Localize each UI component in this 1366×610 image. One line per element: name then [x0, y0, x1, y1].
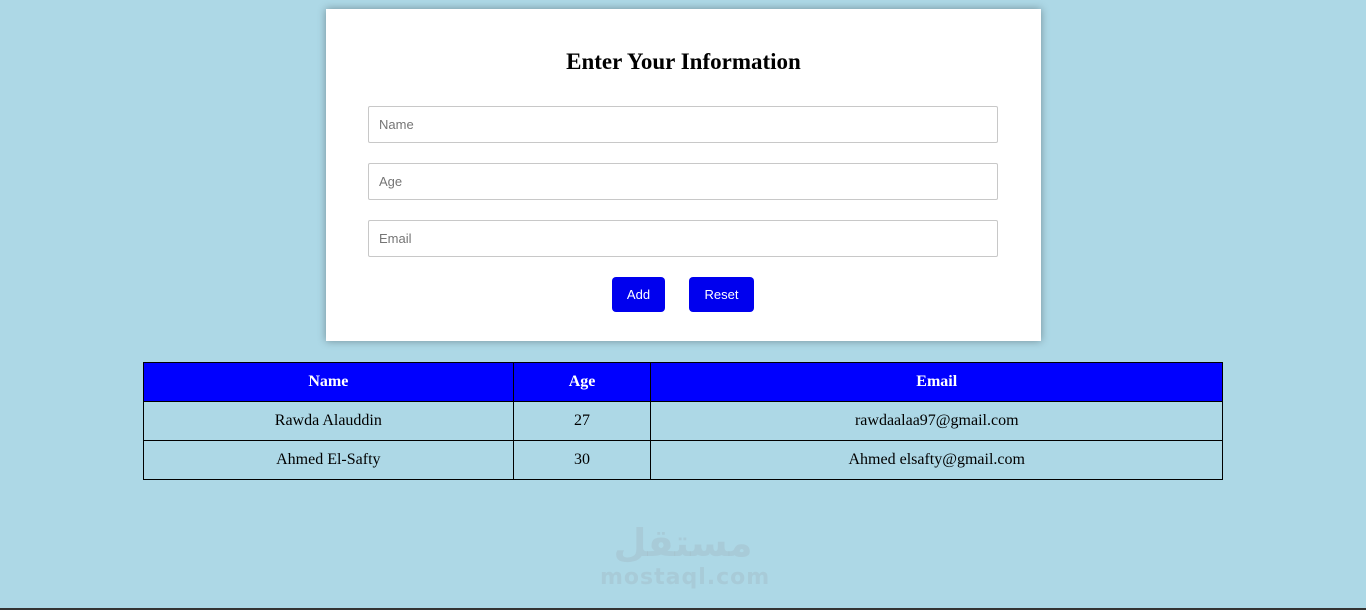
table-row: Rawda Alauddin 27 rawdaalaa97@gmail.com: [143, 401, 1223, 441]
watermark-logo: مستقل mostaql.com: [600, 520, 771, 590]
reset-button[interactable]: Reset: [689, 277, 754, 312]
watermark-latin: mostaql.com: [600, 565, 771, 590]
column-header-email: Email: [650, 362, 1223, 402]
data-table: Name Age Email Rawda Alauddin 27 rawdaal…: [143, 362, 1223, 480]
watermark-arabic: مستقل: [613, 521, 753, 565]
email-input[interactable]: [368, 220, 998, 257]
cell-age: 30: [512, 440, 652, 480]
table-header-row: Name Age Email: [143, 362, 1223, 402]
form-card: Enter Your Information Add Reset: [326, 9, 1041, 341]
form-title: Enter Your Information: [566, 49, 801, 74]
table-row: Ahmed El-Safty 30 Ahmed elsafty@gmail.co…: [143, 440, 1223, 480]
cell-name: Rawda Alauddin: [143, 401, 514, 441]
cell-email: Ahmed elsafty@gmail.com: [650, 440, 1223, 480]
age-input[interactable]: [368, 163, 998, 200]
name-input[interactable]: [368, 106, 998, 143]
cell-age: 27: [512, 401, 652, 441]
add-button[interactable]: Add: [612, 277, 665, 312]
cell-name: Ahmed El-Safty: [143, 440, 514, 480]
column-header-age: Age: [512, 362, 652, 402]
cell-email: rawdaalaa97@gmail.com: [650, 401, 1223, 441]
column-header-name: Name: [143, 362, 514, 402]
